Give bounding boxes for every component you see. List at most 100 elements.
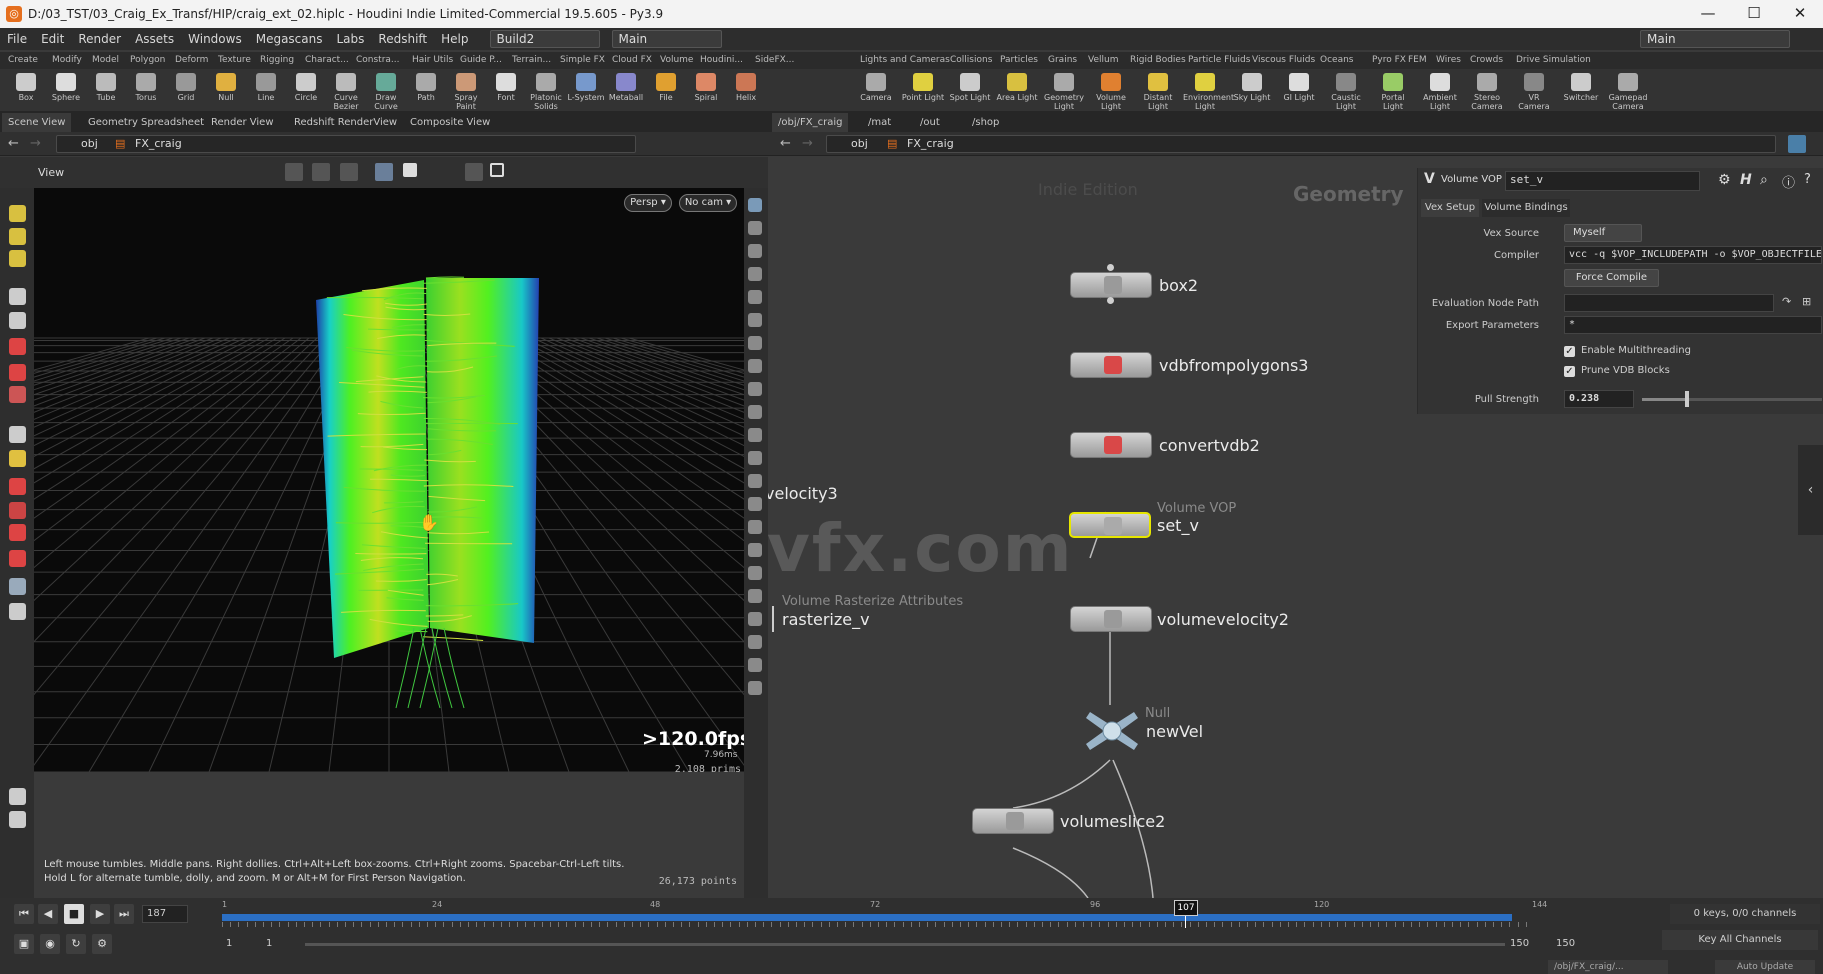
shelf-tab-4[interactable]: Deform xyxy=(175,52,208,69)
display-option-icon-12[interactable] xyxy=(748,474,762,488)
node-label-rasterize-v[interactable]: rasterize_v xyxy=(782,610,870,629)
menu-file[interactable]: File xyxy=(0,32,34,46)
eval-path-field[interactable] xyxy=(1564,294,1774,312)
viewport-tool-icon-14[interactable] xyxy=(9,578,26,595)
scene-viewport[interactable]: ✋ Persp ▾ No cam ▾ >120.0fps 7.96ms 2,10… xyxy=(34,188,744,772)
node-vdbfrompolygons3[interactable] xyxy=(1070,352,1152,378)
tool-right-9[interactable]: GI Light xyxy=(1277,69,1321,111)
display-option-icon-7[interactable] xyxy=(748,359,762,373)
shelf-tab-7[interactable]: Charact... xyxy=(305,52,349,69)
stop-icon[interactable]: ■ xyxy=(64,904,84,924)
node-volumevelocity2[interactable] xyxy=(1070,606,1152,632)
viewport-tool-icon-11[interactable] xyxy=(9,502,26,519)
shelf-tab-right-6[interactable]: Particle Fluids xyxy=(1188,52,1250,69)
shelf-tab-right-8[interactable]: Oceans xyxy=(1320,52,1353,69)
tool-13[interactable]: Platonic Solids xyxy=(526,69,566,111)
path-jump-icon[interactable]: ↷ xyxy=(1782,295,1791,308)
tool-right-16[interactable]: Gamepad Camera xyxy=(1606,69,1650,111)
tool-0[interactable]: Box xyxy=(6,69,46,111)
menu-windows[interactable]: Windows xyxy=(181,32,249,46)
shelf-tab-right-3[interactable]: Grains xyxy=(1048,52,1077,69)
range-end-2[interactable]: 150 xyxy=(1556,938,1575,949)
display-option-icon-16[interactable] xyxy=(748,566,762,580)
tool-right-11[interactable]: Portal Light xyxy=(1371,69,1415,111)
tool-right-15[interactable]: Switcher xyxy=(1559,69,1603,111)
auto-update[interactable]: Auto Update xyxy=(1715,960,1815,974)
compiler-field[interactable]: vcc -q $VOP_INCLUDEPATH -o $VOP_OBJECTFI… xyxy=(1564,246,1822,264)
tool-right-5[interactable]: Volume Light xyxy=(1089,69,1133,111)
viewport-tool-icon-10[interactable] xyxy=(9,478,26,495)
pull-strength-slider[interactable] xyxy=(1642,391,1822,407)
left-path-field[interactable]: obj ▤ FX_craig xyxy=(56,135,636,153)
shelf-tab-10[interactable]: Guide P... xyxy=(460,52,502,69)
playhead-marker[interactable]: 107 xyxy=(1174,900,1198,916)
shelf-tab-15[interactable]: Houdini... xyxy=(700,52,743,69)
node-newvel[interactable] xyxy=(1084,708,1140,754)
shelf-tab-right-12[interactable]: Crowds xyxy=(1470,52,1503,69)
range-end[interactable]: 150 xyxy=(1510,938,1529,949)
display-option-icon-2[interactable] xyxy=(748,244,762,258)
viewport-tool-icon-3[interactable] xyxy=(9,288,26,305)
viewport-tool-icon-4[interactable] xyxy=(9,312,26,329)
display-option-icon-20[interactable] xyxy=(748,658,762,672)
left-pane-tab-3[interactable]: Redshift RenderView xyxy=(288,113,403,132)
left-pane-tab-1[interactable]: Geometry Spreadsheet xyxy=(82,113,210,132)
left-pane-tab-4[interactable]: Composite View xyxy=(404,113,496,132)
menu-redshift[interactable]: Redshift xyxy=(371,32,434,46)
left-pane-tab-2[interactable]: Render View xyxy=(205,113,280,132)
play-icon[interactable]: ▶ xyxy=(90,904,110,924)
tool-right-10[interactable]: Caustic Light xyxy=(1324,69,1368,111)
viewport-tool-icon-2[interactable] xyxy=(9,250,26,267)
loop-icon[interactable]: ↻ xyxy=(66,934,86,954)
current-frame-field[interactable]: 187 xyxy=(142,905,188,923)
shelf-tab-1[interactable]: Modify xyxy=(52,52,82,69)
minimize-button[interactable]: — xyxy=(1685,0,1731,28)
tool-2[interactable]: Tube xyxy=(86,69,126,111)
display-option-icon-17[interactable] xyxy=(748,589,762,603)
frame-icon[interactable] xyxy=(490,163,504,177)
viewport-tool-icon-17[interactable] xyxy=(9,811,26,828)
tool-9[interactable]: Draw Curve xyxy=(366,69,406,111)
tool-1[interactable]: Sphere xyxy=(46,69,86,111)
tool-18[interactable]: Helix xyxy=(726,69,766,111)
tool-5[interactable]: Null xyxy=(206,69,246,111)
shelf-tab-right-10[interactable]: FEM xyxy=(1408,52,1427,69)
pull-strength-field[interactable]: 0.238 xyxy=(1564,390,1634,408)
export-field[interactable]: * xyxy=(1564,316,1822,334)
tool-right-8[interactable]: Sky Light xyxy=(1230,69,1274,111)
tool-right-14[interactable]: VR Camera xyxy=(1512,69,1556,111)
viewport-tool-icon-13[interactable] xyxy=(9,550,26,567)
shelf-tab-right-2[interactable]: Particles xyxy=(1000,52,1038,69)
tool-14[interactable]: L-System xyxy=(566,69,606,111)
path-root[interactable]: obj xyxy=(81,136,98,152)
shelf-tab-right-11[interactable]: Wires xyxy=(1436,52,1461,69)
prune-checkbox[interactable]: ✓ xyxy=(1564,366,1575,377)
network-view-icon[interactable] xyxy=(1788,135,1806,153)
display-option-icon-18[interactable] xyxy=(748,612,762,626)
network-forward-icon[interactable]: → xyxy=(802,136,813,151)
shelf-tab-9[interactable]: Hair Utils xyxy=(412,52,453,69)
display-option-icon-10[interactable] xyxy=(748,428,762,442)
menu-assets[interactable]: Assets xyxy=(128,32,181,46)
menu-megascans[interactable]: Megascans xyxy=(249,32,330,46)
tool-right-2[interactable]: Spot Light xyxy=(948,69,992,111)
frame-ruler[interactable]: 1 24 48 72 96 120 144 107 xyxy=(222,900,1547,928)
display-option-icon-14[interactable] xyxy=(748,520,762,534)
node-convertvdb2[interactable] xyxy=(1070,432,1152,458)
tool-16[interactable]: File xyxy=(646,69,686,111)
realtime-icon[interactable]: ▣ xyxy=(14,934,34,954)
tool-17[interactable]: Spiral xyxy=(686,69,726,111)
menu-help[interactable]: Help xyxy=(434,32,475,46)
shelf-tab-0[interactable]: Create xyxy=(8,52,38,69)
shelf-tab-14[interactable]: Volume xyxy=(660,52,693,69)
display-icon[interactable] xyxy=(375,163,393,181)
tool-right-3[interactable]: Area Light xyxy=(995,69,1039,111)
tool-right-6[interactable]: Distant Light xyxy=(1136,69,1180,111)
step-back-icon[interactable]: ◀ xyxy=(38,904,58,924)
tool-6[interactable]: Line xyxy=(246,69,286,111)
desktop-dropdown[interactable]: Build2 xyxy=(489,30,600,48)
tool-3[interactable]: Torus xyxy=(126,69,166,111)
shelf-tab-right-0[interactable]: Lights and Cameras xyxy=(860,52,950,69)
tool-right-0[interactable]: Camera xyxy=(854,69,898,111)
range-start-2[interactable]: 1 xyxy=(266,938,272,949)
